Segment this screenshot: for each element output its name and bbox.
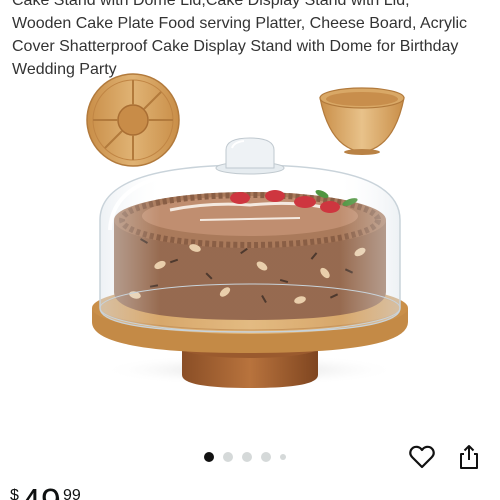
product-title-line: Cake Stand with Dome Lid,Cake Display St…: [12, 0, 410, 9]
pagination-dot[interactable]: [242, 452, 252, 462]
product-image[interactable]: [0, 70, 500, 440]
favorite-button[interactable]: [407, 442, 437, 472]
price-currency-symbol: $: [10, 487, 19, 500]
pagination-dot[interactable]: [261, 452, 271, 462]
product-title-line: Wooden Cake Plate Food serving Platter, …: [12, 15, 468, 32]
share-icon: [460, 445, 478, 469]
price-fraction: 99: [62, 487, 81, 500]
pagination-dot-active[interactable]: [204, 452, 214, 462]
inset-serving-board: [86, 73, 180, 167]
pagination-dot[interactable]: [223, 452, 233, 462]
product-title: Cake Stand with Dome Lid,Cake Display St…: [12, 0, 490, 81]
price-whole: 49: [21, 484, 61, 500]
heart-outline-icon: [409, 445, 435, 469]
inset-wooden-bowl: [319, 87, 405, 155]
pagination-dot[interactable]: [280, 454, 286, 460]
product-price: $ 49 99: [10, 484, 81, 500]
product-title-line: Cover Shatterproof Cake Display Stand wi…: [12, 38, 459, 55]
share-button[interactable]: [454, 442, 484, 472]
image-pagination-dots[interactable]: [204, 451, 286, 463]
